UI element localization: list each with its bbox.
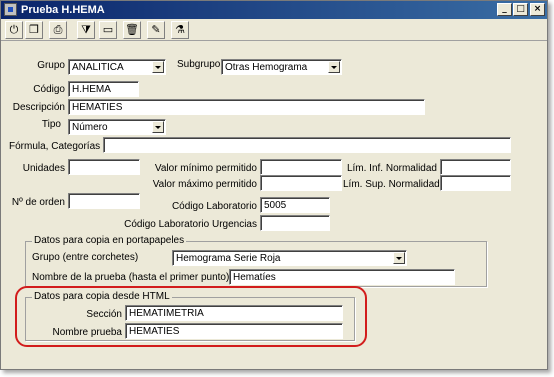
lim-sup-field[interactable] [440, 175, 511, 191]
chevron-down-icon[interactable] [328, 61, 340, 73]
codigo-field[interactable]: H.HEMA [68, 81, 139, 97]
portapapeles-group: Datos para copia en portapapeles Grupo (… [25, 235, 487, 287]
exit-tool-icon[interactable]: ⏻ [5, 21, 23, 39]
chevron-down-icon[interactable] [152, 61, 164, 73]
lim-inf-label: Lím. Inf. Normalidad [346, 163, 437, 174]
portapapeles-nombre-label: Nombre de la prueba (hasta el primer pun… [32, 272, 230, 283]
orden-field[interactable] [68, 193, 140, 209]
edit-tool-icon[interactable]: ✎ [147, 21, 165, 39]
tipo-label: Tipo [41, 119, 61, 130]
maximize-button[interactable]: □ [513, 3, 528, 16]
chevron-down-icon[interactable] [393, 252, 405, 264]
title-bar: Prueba H.HEMA _ □ × [1, 1, 547, 19]
html-copy-group-title: Datos para copia desde HTML [32, 291, 172, 302]
seccion-field[interactable]: HEMATIMETRIA [125, 305, 343, 321]
portapapeles-grupo-value: Hemograma Serie Roja [176, 253, 281, 264]
cod-lab-field[interactable]: 5005 [260, 197, 330, 213]
app-icon[interactable] [4, 3, 17, 16]
portapapeles-grupo-label: Grupo (entre corchetes) [32, 252, 139, 263]
folder-tool-icon[interactable]: ▭ [99, 21, 117, 39]
valor-max-label: Valor máximo permitido [152, 179, 257, 190]
formula-field[interactable] [103, 137, 511, 153]
subgrupo-label: Subgrupo [177, 59, 221, 70]
cod-lab-label: Código Laboratorio [171, 201, 257, 212]
html-copy-group: Datos para copia desde HTML Sección HEMA… [25, 291, 355, 341]
window: Prueba H.HEMA _ □ × ⏻ ❐ ⎙ ⧩ ▭ 🗑 ✎ ⚗ Grup… [0, 0, 548, 370]
codigo-label: Código [33, 84, 65, 95]
print-tool-icon[interactable]: ⎙ [49, 21, 67, 39]
valor-max-field[interactable] [260, 175, 342, 191]
minimize-button[interactable]: _ [497, 3, 512, 16]
unidades-field[interactable] [68, 159, 140, 175]
close-button[interactable]: × [530, 3, 545, 16]
descripcion-label: Descripción [12, 102, 65, 113]
grupo-value: ANALITICA [72, 62, 124, 73]
portapapeles-group-title: Datos para copia en portapapeles [32, 235, 187, 246]
copy-tool-icon[interactable]: ❐ [25, 21, 43, 39]
cod-lab-urg-field[interactable] [260, 215, 330, 231]
delete-tool-icon[interactable]: 🗑 [123, 21, 141, 39]
unidades-label: Unidades [22, 163, 65, 174]
filter-tool-icon[interactable]: ⧩ [77, 21, 95, 39]
chevron-down-icon[interactable] [152, 121, 164, 133]
tipo-value: Número [72, 122, 108, 133]
toolbar: ⏻ ❐ ⎙ ⧩ ▭ 🗑 ✎ ⚗ [1, 19, 547, 41]
window-title: Prueba H.HEMA [21, 4, 105, 16]
grupo-label: Grupo [37, 60, 65, 71]
nombre-prueba-label: Nombre prueba [52, 327, 122, 338]
formula-label: Fórmula, Categorías [9, 141, 101, 152]
subgrupo-select[interactable]: Otras Hemograma [221, 59, 342, 75]
lim-sup-label: Lím. Sup. Normalidad [343, 179, 440, 190]
valor-min-field[interactable] [260, 159, 342, 175]
seccion-label: Sección [86, 309, 122, 320]
tipo-select[interactable]: Número [68, 119, 166, 135]
lab-tool-icon[interactable]: ⚗ [171, 21, 189, 39]
grupo-select[interactable]: ANALITICA [68, 59, 166, 75]
lim-inf-field[interactable] [440, 159, 511, 175]
portapapeles-grupo-select[interactable]: Hemograma Serie Roja [172, 250, 407, 266]
nombre-prueba-field[interactable]: HEMATIES [125, 323, 343, 339]
valor-min-label: Valor mínimo permitido [154, 163, 257, 174]
cod-lab-urg-label: Código Laboratorio Urgencias [124, 219, 257, 230]
subgrupo-value: Otras Hemograma [225, 62, 308, 73]
descripcion-field[interactable]: HEMATIES [68, 99, 425, 115]
portapapeles-nombre-field[interactable]: Hematíes [229, 269, 455, 285]
orden-label: Nº de orden [11, 197, 65, 208]
